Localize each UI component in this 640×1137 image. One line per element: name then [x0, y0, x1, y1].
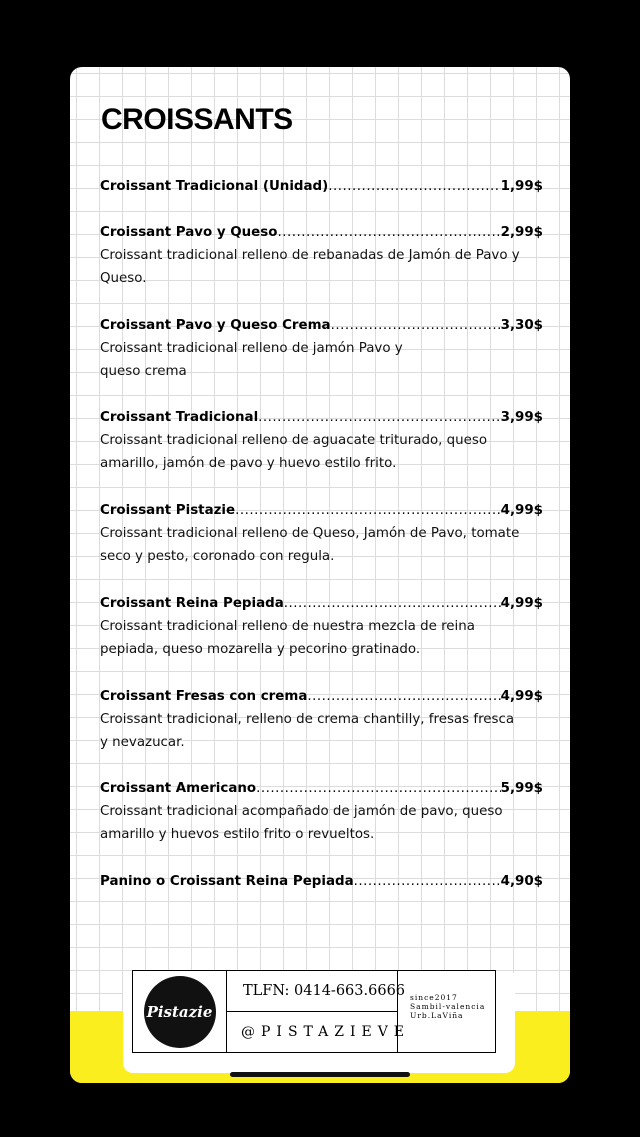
menu-item: Panino o Croissant Reina Pepiada 4,90$ — [100, 870, 543, 893]
menu-card: CROISSANTS Croissant Tradicional (Unidad… — [70, 67, 570, 1083]
contact-cell: TLFN: 0414-663.6666 @PISTAZIEVE — [227, 971, 411, 1052]
social-handle: @PISTAZIEVE — [241, 1024, 411, 1040]
location-cell: since2017 Sambil-valencia Urb.LaViña — [398, 971, 495, 1052]
menu-item: Croissant Reina Pepiada 4,99$ Croissant t… — [100, 592, 543, 661]
leader-dots — [328, 175, 500, 198]
item-price: 1,99$ — [500, 179, 543, 194]
pistazie-logo: Pistazie — [143, 975, 216, 1048]
item-price: 4,90$ — [500, 874, 543, 889]
menu-item: Croissant Americano 5,99$ Croissant trad… — [100, 777, 543, 846]
menu-item: Croissant Tradicional (Unidad) 1,99$ — [100, 175, 543, 198]
item-description: Croissant tradicional acompañado de jamó… — [100, 804, 503, 842]
logo-cell: Pistazie — [133, 971, 227, 1052]
home-indicator — [230, 1072, 410, 1077]
item-name: Croissant Reina Pepiada — [100, 596, 284, 611]
item-name: Croissant Fresas con crema — [100, 689, 308, 704]
leader-dots — [284, 592, 501, 615]
item-name: Croissant Pavo y Queso Crema — [100, 318, 331, 333]
item-price: 3,99$ — [500, 410, 543, 425]
since-text: since2017 — [410, 993, 458, 1002]
location-line-1: Sambil-valencia — [410, 1002, 486, 1011]
menu-item: Croissant Pavo y Queso Crema 3,30$ Crois… — [100, 314, 543, 383]
menu-item: Croissant Tradicional 3,99$ Croissant tra… — [100, 406, 543, 475]
item-price: 5,99$ — [500, 781, 543, 796]
item-price: 3,30$ — [500, 318, 543, 333]
item-description: Croissant tradicional relleno de rebanad… — [100, 248, 520, 286]
item-description: Croissant tradicional relleno de Queso, … — [100, 526, 520, 564]
item-price: 4,99$ — [500, 596, 543, 611]
leader-dots — [258, 406, 500, 429]
item-name: Croissant Pistazie — [100, 503, 236, 518]
location-line-2: Urb.LaViña — [410, 1011, 464, 1020]
item-description: Croissant tradicional, relleno de crema … — [100, 712, 515, 750]
leader-dots — [277, 221, 500, 244]
item-description: Croissant tradicional relleno de nuestra… — [100, 619, 475, 657]
menu-item: Croissant Fresas con crema 4,99$ Croissan… — [100, 685, 543, 754]
menu-title: CROISSANTS — [101, 103, 293, 136]
menu-item: Croissant Pavo y Queso 2,99$ Croissant tr… — [100, 221, 543, 290]
leader-dots — [331, 314, 501, 337]
item-name: Croissant Tradicional — [100, 410, 259, 425]
item-name: Croissant Americano — [100, 781, 257, 796]
item-price: 2,99$ — [500, 225, 543, 240]
leader-dots — [354, 870, 501, 893]
item-price: 4,99$ — [500, 503, 543, 518]
phone-number: TLFN: 0414-663.6666 — [227, 971, 405, 1012]
leader-dots — [307, 685, 500, 708]
item-description: Croissant tradicional relleno de jamón P… — [100, 341, 403, 379]
menu-item: Croissant Pistazie 4,99$ Croissant tradic… — [100, 499, 543, 568]
item-name: Croissant Tradicional (Unidad) — [100, 179, 329, 194]
item-name: Panino o Croissant Reina Pepiada — [100, 874, 354, 889]
item-description: Croissant tradicional relleno de aguacat… — [100, 433, 488, 471]
item-name: Croissant Pavo y Queso — [100, 225, 278, 240]
footer-contact-box: Pistazie TLFN: 0414-663.6666 @PISTAZIEVE… — [132, 970, 496, 1053]
item-price: 4,99$ — [500, 689, 543, 704]
leader-dots — [256, 777, 501, 800]
leader-dots — [235, 499, 501, 522]
